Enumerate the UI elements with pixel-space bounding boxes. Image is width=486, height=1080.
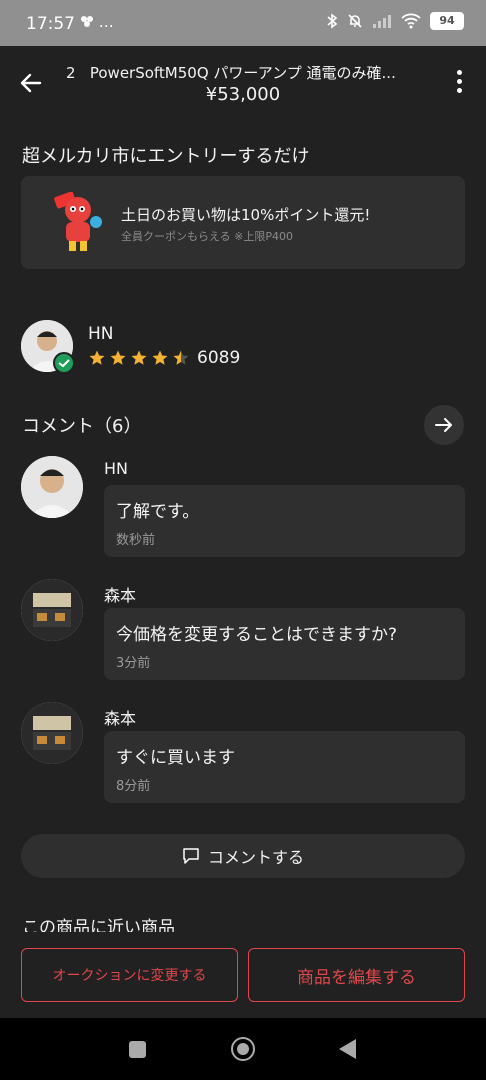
seller-name: HN	[88, 324, 114, 344]
status-right-icons: 94	[326, 12, 464, 30]
signal-icon	[373, 15, 391, 28]
promo-sub-text: 全員クーポンもらえる ※上限P400	[121, 230, 294, 243]
comment-bubble: すぐに買います 8分前	[104, 731, 465, 803]
star-icon	[152, 350, 168, 365]
home-icon[interactable]	[231, 1037, 255, 1061]
half-star-icon	[173, 350, 189, 365]
star-icon	[131, 350, 147, 365]
avatar	[21, 579, 83, 641]
comment-author: 森本	[104, 586, 137, 605]
status-more-notifications: …	[98, 13, 114, 31]
promo-banner[interactable]: 土日のお買い物は10%ポイント還元! 全員クーポンもらえる ※上限P400	[21, 176, 465, 269]
entry-heading: 超メルカリ市にエントリーするだけ	[22, 146, 310, 167]
comment-bubble: 今価格を変更することはできますか? 3分前	[104, 608, 465, 680]
battery-icon: 94	[430, 12, 464, 30]
nav-back-icon[interactable]	[339, 1039, 356, 1059]
bottom-action-bar: オークションに変更する 商品を編集する	[0, 932, 486, 1018]
similar-items-heading: この商品に近い商品	[22, 918, 175, 932]
comment-text: 今価格を変更することはできますか?	[116, 625, 398, 645]
comment-time: 3分前	[116, 656, 151, 671]
comment-time: 数秒前	[116, 533, 156, 548]
avatar	[21, 456, 83, 518]
item-index: 2	[66, 64, 76, 82]
rating-count: 6089	[197, 348, 241, 368]
wifi-icon	[401, 13, 421, 29]
more-vert-icon[interactable]	[454, 70, 464, 96]
app-notification-icon	[81, 16, 93, 27]
comment-icon	[183, 848, 199, 864]
comments-heading: コメント（6）	[22, 416, 142, 437]
item-header: 2 PowerSoftM50Q パワーアンプ 通電のみ確... ¥53,000	[0, 46, 486, 120]
status-bar: 17:57 … 94	[0, 0, 486, 46]
promo-main-text: 土日のお買い物は10%ポイント還元!	[121, 206, 371, 224]
avatar	[21, 702, 83, 764]
bluetooth-icon	[327, 13, 338, 29]
arrow-right-icon[interactable]	[424, 405, 464, 445]
comment-time: 8分前	[116, 779, 151, 794]
seller-rating: 6089	[88, 348, 240, 368]
edit-item-button[interactable]: 商品を編集する	[248, 948, 465, 1002]
seller-profile[interactable]: HN 6089	[21, 320, 465, 376]
comment-bubble: 了解です。 数秒前	[104, 485, 465, 557]
verified-icon	[53, 352, 75, 374]
comment-text: すぐに買います	[116, 748, 235, 768]
status-notification-icons: …	[80, 13, 114, 31]
add-comment-button[interactable]: コメントする	[21, 834, 465, 878]
item-title-text: PowerSoftM50Q パワーアンプ 通電のみ確...	[89, 64, 396, 82]
comment-author: 森本	[104, 709, 137, 728]
star-icon	[110, 350, 126, 365]
status-time: 17:57	[26, 14, 75, 34]
comment-text: 了解です。	[116, 502, 200, 522]
item-title: 2 PowerSoftM50Q パワーアンプ 通電のみ確...	[66, 62, 420, 83]
star-icon	[89, 350, 105, 365]
item-price: ¥53,000	[205, 84, 281, 105]
add-comment-label: コメントする	[207, 848, 304, 867]
mute-icon	[348, 14, 362, 28]
system-nav-bar	[0, 1018, 486, 1080]
mascot-icon	[54, 192, 102, 251]
change-to-auction-button[interactable]: オークションに変更する	[21, 948, 238, 1002]
recents-icon[interactable]	[129, 1041, 146, 1058]
comment-author: HN	[104, 459, 128, 478]
